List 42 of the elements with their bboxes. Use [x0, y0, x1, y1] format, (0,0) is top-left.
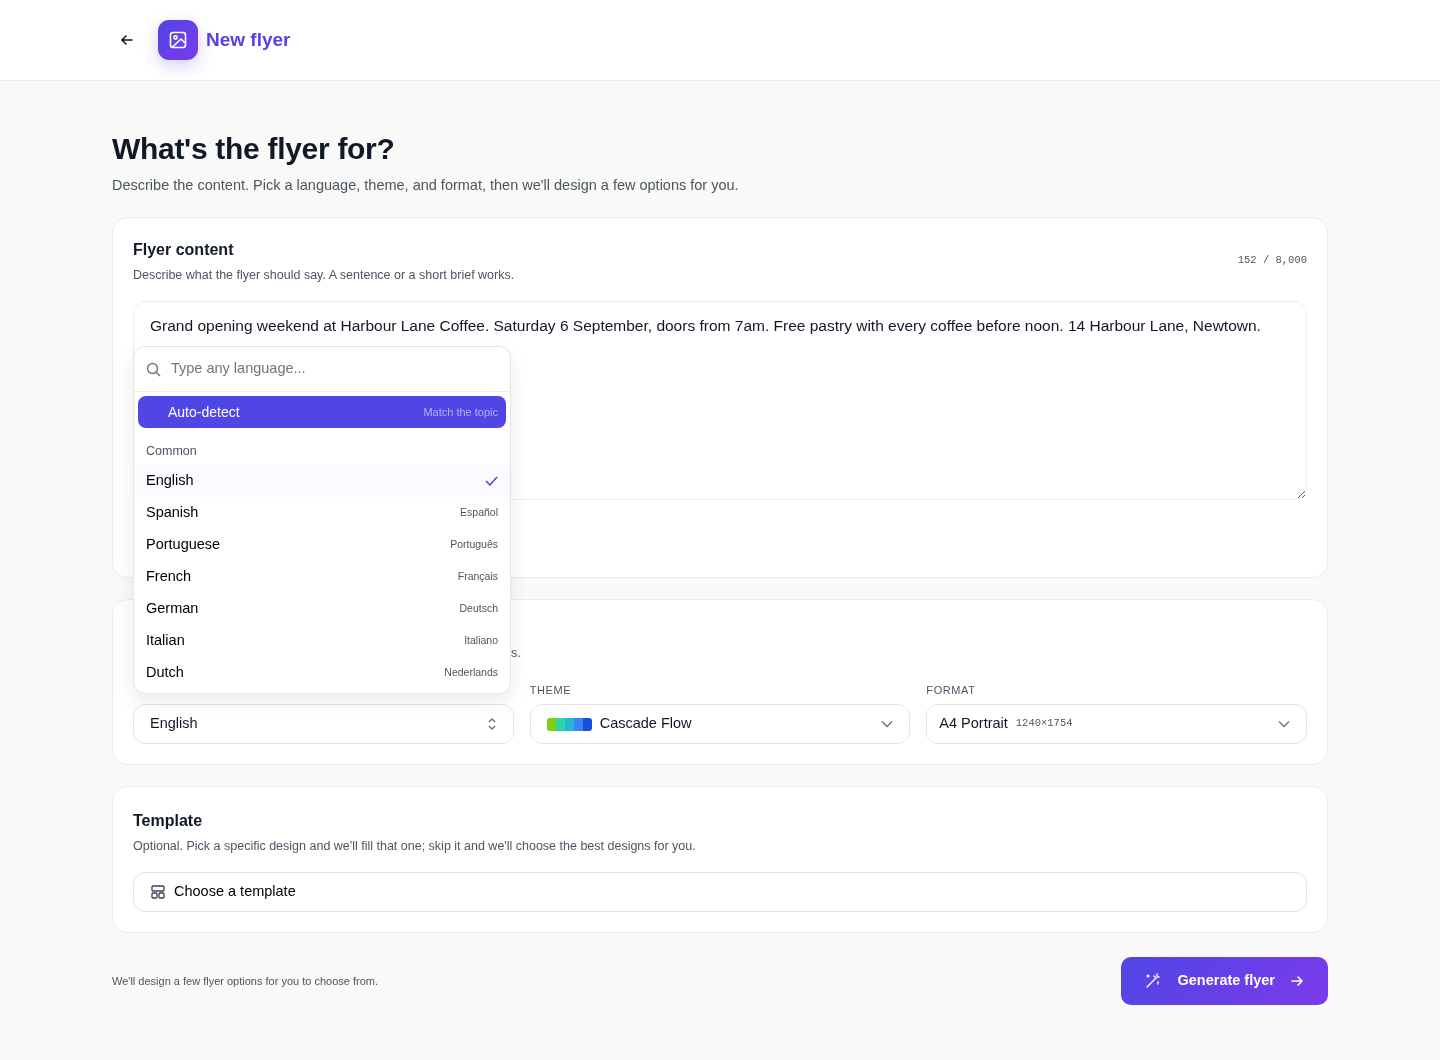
chevron-down-icon: [881, 720, 894, 728]
language-option[interactable]: Portuguese Português: [134, 528, 510, 561]
character-counter: 152 / 8,000: [1237, 252, 1307, 268]
theme-select[interactable]: Cascade Flow: [529, 704, 911, 744]
language-option[interactable]: Dutch Nederlands: [134, 656, 510, 689]
native-name: Deutsch: [459, 600, 498, 616]
subtitle: Describe the content. Pick a language, theme, and format, then we'll design a few options for you.: [112, 176, 740, 195]
group-label: Common: [145, 443, 198, 460]
check-icon: [485, 475, 498, 486]
language-option[interactable]: Italian Italiano: [134, 624, 510, 657]
back-arrow-icon[interactable]: [120, 33, 134, 47]
card-title: Flyer content: [133, 239, 235, 260]
language-option[interactable]: French Français: [134, 560, 510, 593]
language-select[interactable]: English: [133, 704, 514, 744]
language-option[interactable]: German Deutsch: [134, 592, 510, 625]
native-name: Português: [450, 536, 498, 552]
language-option[interactable]: English: [134, 464, 510, 497]
native-name: Italiano: [464, 632, 498, 648]
heading: What's the flyer for?: [112, 131, 396, 167]
native-name: Nederlands: [444, 664, 498, 680]
card-title: Template: [133, 811, 204, 831]
format-select[interactable]: A4 Portrait 1240×1754: [926, 704, 1307, 744]
field-label: THEME: [529, 682, 573, 698]
arrow-right-icon: [1291, 974, 1304, 987]
page-title: New flyer: [206, 27, 291, 52]
native-name: Français: [457, 568, 498, 584]
native-name: Español: [460, 504, 498, 520]
field-label: FORMAT: [926, 682, 977, 698]
chevron-down-icon: [1277, 720, 1290, 728]
chevron-up-down-icon: [486, 717, 497, 731]
card-description: Optional. Pick a specific design and we'll fill that one; skip it and we'll choose the best designs for you.: [133, 838, 697, 855]
card-description: Describe what the flyer should say. A sentence or a short brief works.: [133, 266, 515, 284]
auto-detect-option[interactable]: Auto-detect Match the topic: [138, 396, 506, 428]
choose-template-button[interactable]: Choose a template: [133, 871, 1307, 912]
card-description: s.: [511, 645, 521, 660]
image-logo-icon: [158, 20, 198, 60]
search-icon: [146, 361, 161, 377]
theme-swatch-icon: [546, 717, 592, 731]
magic-wand-icon: [1145, 972, 1162, 989]
generate-button[interactable]: Generate flyer: [1121, 956, 1328, 1005]
footer-note: We'll design a few flyer options for you to choose from.: [112, 973, 379, 989]
layout-icon: [150, 883, 166, 900]
